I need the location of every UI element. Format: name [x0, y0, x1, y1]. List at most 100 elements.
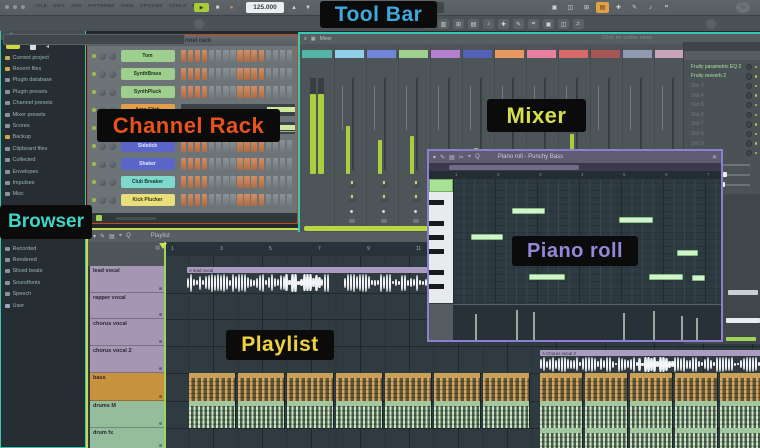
step-cell[interactable] — [230, 86, 236, 98]
step-cell[interactable] — [280, 50, 286, 62]
mixer-menu-icon[interactable]: ≡ — [304, 36, 307, 42]
select-icon[interactable]: ⌖ — [468, 154, 471, 161]
insert-slot-led[interactable] — [755, 123, 758, 126]
browser-item-envelopes[interactable]: Envelopes — [5, 166, 53, 177]
step-cell[interactable] — [237, 68, 243, 80]
track-mute-dot[interactable] — [159, 444, 162, 447]
playlist-track-header-chorus-vocal[interactable]: chorus vocal — [90, 319, 164, 346]
drumfx-pattern-clip[interactable] — [630, 428, 673, 448]
insert-panel-subheader[interactable] — [684, 51, 760, 60]
insert-slot-1[interactable]: Fruity parametric EQ 2 — [684, 62, 760, 72]
bass-pattern-clip[interactable] — [189, 373, 236, 401]
step-cell[interactable] — [216, 194, 222, 206]
browser-item-rendered[interactable]: Rendered — [5, 254, 42, 265]
drums-pattern-clip[interactable] — [434, 401, 481, 428]
step-cell[interactable] — [244, 194, 250, 206]
piano-roll-timeline[interactable]: 1234567 — [429, 171, 721, 179]
step-cell[interactable] — [188, 86, 194, 98]
toolbar-icon[interactable]: ▣ — [548, 2, 561, 13]
menu-item-view[interactable]: VIEW — [121, 4, 134, 9]
hint-bar[interactable]: Click for online news — [602, 35, 652, 41]
magnify-icon[interactable]: Q — [126, 233, 131, 239]
song-position-display[interactable] — [3, 34, 185, 45]
channel-mute-led[interactable] — [92, 162, 96, 166]
zoom-icon[interactable]: Q — [475, 154, 480, 160]
black-key[interactable] — [429, 235, 444, 240]
step-cell[interactable] — [181, 194, 187, 206]
channel-name-button[interactable]: SynthPluck — [121, 86, 175, 98]
step-cell[interactable] — [280, 140, 286, 152]
step-cell[interactable] — [280, 158, 286, 170]
step-cell[interactable] — [181, 176, 187, 188]
step-cell[interactable] — [223, 176, 229, 188]
mixer-mute-button[interactable] — [381, 219, 387, 223]
insert-slot-6[interactable]: Slot 6 — [684, 110, 760, 120]
record-button[interactable]: ● — [226, 3, 237, 12]
drumfx-pattern-clip[interactable] — [720, 428, 760, 448]
playlist-track-header-chorus-vocal-2[interactable]: chorus vocal 2 — [90, 346, 164, 373]
step-cell[interactable] — [251, 176, 257, 188]
insert-slot-led[interactable] — [755, 85, 758, 88]
step-cell[interactable] — [188, 68, 194, 80]
toolbar-icon[interactable]: ▤ — [596, 2, 609, 13]
playlist-track-header-rapper-vocal[interactable]: rapper vocal — [90, 293, 164, 319]
brush-icon[interactable]: ▤ — [449, 154, 455, 161]
step-cell[interactable] — [251, 50, 257, 62]
drums-pattern-clip[interactable] — [585, 401, 628, 428]
insert-slot-led[interactable] — [755, 114, 758, 117]
menu-item-add[interactable]: ADD — [71, 4, 82, 9]
step-cell[interactable] — [259, 68, 265, 80]
bass-pattern-clip[interactable] — [238, 373, 285, 401]
step-cell[interactable] — [237, 158, 243, 170]
insert-slot-8[interactable]: Slot 8 — [684, 129, 760, 139]
cut-icon[interactable]: ✂ — [459, 154, 464, 161]
track-color-swatch[interactable] — [334, 50, 364, 58]
step-cell[interactable] — [280, 176, 286, 188]
insert-slot-knob[interactable] — [746, 112, 753, 119]
step-cell[interactable] — [273, 50, 279, 62]
toolbar-icon[interactable]: ⊞ — [453, 19, 464, 29]
step-cell[interactable] — [195, 194, 201, 206]
step-cell[interactable] — [202, 50, 208, 62]
drums-pattern-clip[interactable] — [675, 401, 718, 428]
velocity-line[interactable] — [681, 316, 683, 340]
channel-name-button[interactable]: Shaker — [121, 158, 175, 170]
channel-mute-led[interactable] — [92, 90, 96, 94]
window-dot-icon[interactable] — [13, 5, 17, 9]
step-cell[interactable] — [287, 176, 293, 188]
channel-volume-knob[interactable] — [109, 89, 116, 96]
drumfx-pattern-clip[interactable] — [585, 428, 628, 448]
insert-slot-knob[interactable] — [746, 92, 753, 99]
menu-item-file[interactable]: FILE — [36, 4, 47, 9]
mixer-pan-knob[interactable] — [412, 180, 420, 188]
mixer-mute-button[interactable] — [413, 219, 419, 223]
step-cell[interactable] — [237, 194, 243, 206]
drums-pattern-clip[interactable] — [238, 401, 285, 428]
step-cell[interactable] — [244, 86, 250, 98]
play-button[interactable]: ▶ — [194, 3, 209, 12]
velocity-line[interactable] — [516, 310, 518, 340]
drumfx-pattern-clip[interactable] — [675, 428, 718, 448]
velocity-pane[interactable] — [453, 304, 721, 340]
drums-pattern-clip[interactable] — [336, 401, 383, 428]
track-mute-dot[interactable] — [159, 367, 162, 370]
black-key[interactable] — [429, 284, 444, 289]
browser-item-current-project[interactable]: Current project — [5, 52, 53, 63]
step-cell[interactable] — [209, 86, 215, 98]
insert-slot-2[interactable]: Fruity reeverb 2 — [684, 72, 760, 82]
step-cell[interactable] — [202, 86, 208, 98]
toolbar-icon[interactable]: ♬ — [573, 19, 584, 29]
playlist-track-header-drum-fx[interactable]: drum fx — [90, 428, 164, 448]
step-cell[interactable] — [237, 176, 243, 188]
browser-item-plugin-database[interactable]: Plugin database — [5, 75, 53, 86]
toolbar-icon[interactable]: ▥ — [438, 19, 449, 29]
highlighted-key[interactable] — [429, 179, 453, 192]
step-cell[interactable] — [244, 68, 250, 80]
toolbar-icon[interactable]: ◫ — [558, 19, 569, 29]
track-mute-dot[interactable] — [159, 422, 162, 425]
step-cell[interactable] — [287, 86, 293, 98]
step-cell[interactable] — [266, 158, 272, 170]
step-cell[interactable] — [266, 194, 272, 206]
playlist-track-header-lead-vocal[interactable]: lead vocal — [90, 266, 164, 293]
channel-volume-knob[interactable] — [109, 53, 116, 60]
